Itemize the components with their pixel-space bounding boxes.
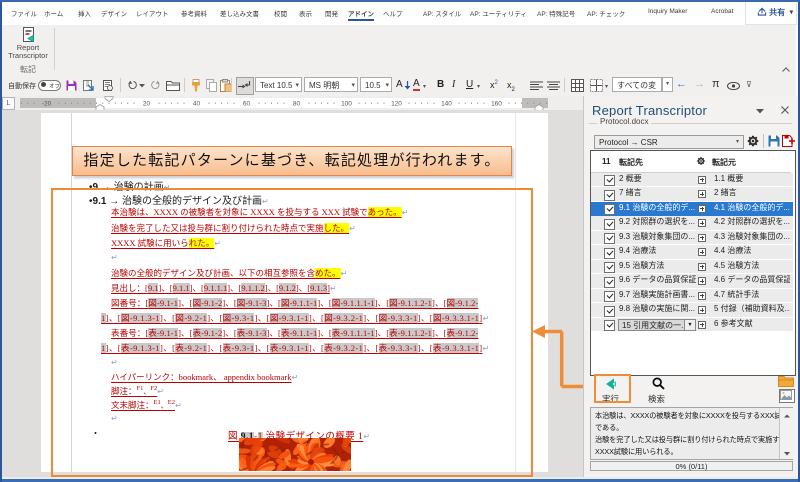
svg-text:-20: -20 (42, 100, 52, 107)
svg-text:100: 100 (341, 100, 352, 107)
svg-text:140: 140 (441, 100, 452, 107)
svg-text:20: 20 (143, 100, 151, 107)
svg-text:60: 60 (243, 100, 251, 107)
svg-text:160: 160 (491, 100, 502, 107)
svg-text:40: 40 (193, 100, 201, 107)
svg-text:80: 80 (293, 100, 301, 107)
svg-text:120: 120 (391, 100, 402, 107)
